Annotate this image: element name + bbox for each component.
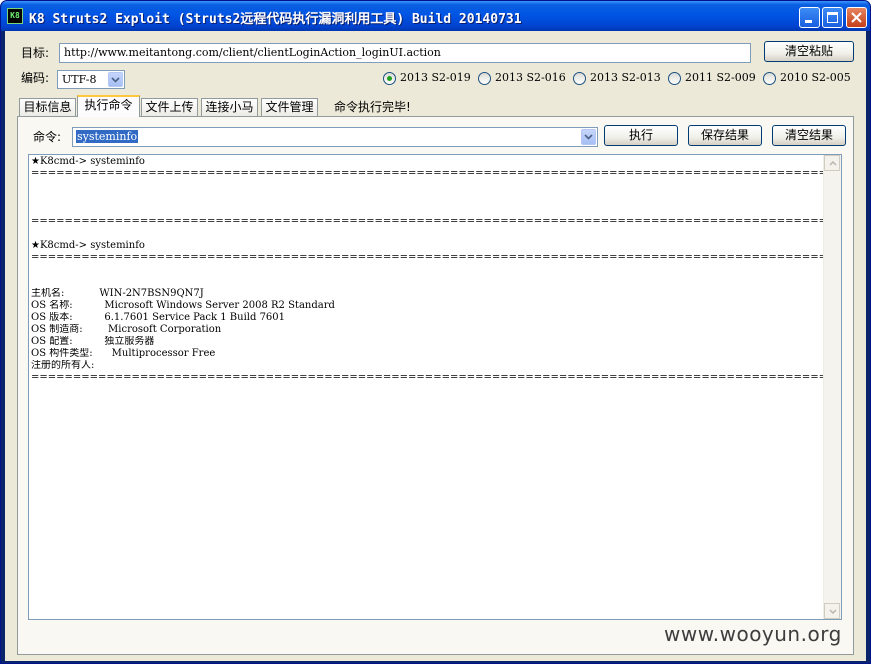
encoding-label: 编码: — [21, 71, 50, 85]
close-button[interactable] — [846, 7, 867, 28]
target-url-input[interactable]: http://www.meitantong.com/client/clientL… — [59, 43, 751, 63]
minimize-button[interactable] — [799, 7, 820, 28]
output-line: ★K8cmd-> systeminfo — [31, 156, 145, 167]
chevron-down-icon — [584, 134, 593, 140]
encoding-dropdown-button[interactable] — [108, 72, 123, 87]
clear-paste-button[interactable]: 清空粘贴 — [764, 41, 854, 62]
chevron-down-icon — [111, 77, 120, 83]
title-bar[interactable]: K8 K8 Struts2 Exploit (Struts2远程代码执行漏洞利用… — [1, 1, 870, 31]
client-area: 目标: http://www.meitantong.com/client/cli… — [5, 31, 866, 661]
scroll-down-button[interactable] — [824, 603, 840, 619]
radio-circle — [573, 72, 586, 85]
command-dropdown-button[interactable] — [581, 129, 596, 145]
command-label: 命令: — [33, 130, 62, 144]
tab-target-info[interactable]: 目标信息 — [19, 98, 76, 116]
exploit-option-label: 2013 S2-016 — [495, 71, 566, 84]
scroll-up-button[interactable] — [824, 155, 840, 171]
exploit-option-label: 2010 S2-005 — [780, 71, 851, 84]
command-output-text: ★K8cmd-> systeminfo =====================… — [31, 156, 823, 384]
execute-command-panel: 命令: systeminfo 执行 保存结果 清空结果 ★K8cmd-> sys… — [17, 116, 854, 655]
output-line: ========================================… — [31, 252, 823, 263]
target-label: 目标: — [21, 46, 50, 60]
output-line: ========================================… — [31, 168, 823, 179]
close-icon — [851, 12, 862, 23]
output-line: OS 版本: 6.1.7601 Service Pack 1 Build 760… — [31, 312, 286, 323]
encoding-select[interactable]: UTF-8 — [57, 70, 125, 89]
maximize-icon — [827, 12, 838, 23]
tab-file-manager[interactable]: 文件管理 — [261, 98, 318, 116]
radio-circle — [478, 72, 491, 85]
output-line: OS 配置: 独立服务器 — [31, 336, 155, 347]
radio-circle — [668, 72, 681, 85]
radio-circle — [763, 72, 776, 85]
minimize-icon — [805, 20, 812, 23]
tab-file-upload[interactable]: 文件上传 — [141, 98, 198, 116]
exploit-option-label: 2013 S2-019 — [400, 71, 471, 84]
app-icon: K8 — [7, 8, 23, 24]
scroll-up-icon — [829, 161, 837, 166]
output-line: 注册的所有人: — [31, 360, 95, 371]
window-title: K8 Struts2 Exploit (Struts2远程代码执行漏洞利用工具)… — [29, 12, 522, 27]
command-input[interactable]: systeminfo — [72, 127, 598, 147]
command-output-textarea[interactable]: ★K8cmd-> systeminfo =====================… — [28, 154, 842, 620]
radio-selected-dot — [387, 76, 392, 81]
exploit-option-label: 2011 S2-009 — [685, 71, 756, 84]
output-line: OS 制造商: Microsoft Corporation — [31, 324, 222, 335]
maximize-button[interactable] — [822, 7, 843, 28]
clear-results-button[interactable]: 清空结果 — [772, 125, 846, 146]
save-results-button[interactable]: 保存结果 — [688, 125, 762, 146]
output-line: ★K8cmd-> systeminfo — [31, 240, 145, 251]
watermark: www.wooyun.org — [664, 622, 842, 646]
output-line: 主机名: WIN-2N7BSN9QN7J — [31, 288, 204, 299]
radio-circle — [383, 72, 396, 85]
app-window: K8 K8 Struts2 Exploit (Struts2远程代码执行漏洞利用… — [0, 0, 871, 664]
output-line: OS 名称: Microsoft Windows Server 2008 R2 … — [31, 300, 335, 311]
tab-connect-shell[interactable]: 连接小马 — [201, 98, 258, 116]
encoding-value: UTF-8 — [62, 73, 97, 86]
output-line: ========================================… — [31, 216, 823, 227]
output-line: OS 构件类型: Multiprocessor Free — [31, 348, 216, 359]
output-line: ========================================… — [31, 372, 823, 383]
scroll-down-icon — [829, 609, 837, 614]
execute-button[interactable]: 执行 — [604, 125, 678, 146]
status-text: 命令执行完毕! — [334, 100, 411, 114]
tab-execute-command[interactable]: 执行命令 — [77, 95, 140, 117]
command-value: systeminfo — [76, 130, 139, 143]
exploit-option-label: 2013 S2-013 — [590, 71, 661, 84]
output-scrollbar[interactable] — [823, 155, 841, 619]
